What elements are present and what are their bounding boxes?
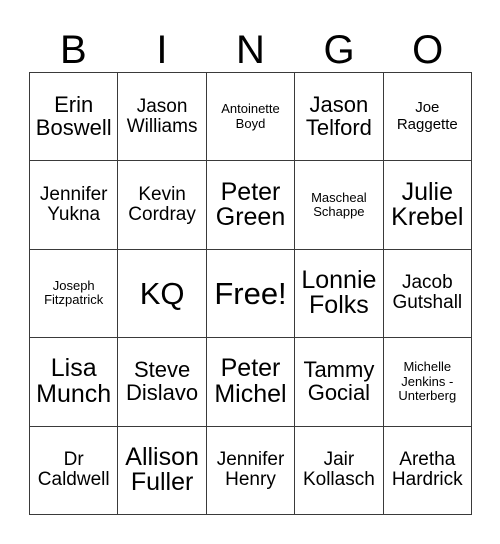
bingo-cell[interactable]: Allison Fuller xyxy=(118,426,207,515)
bingo-header-letter-b: B xyxy=(59,28,87,72)
bingo-cell[interactable]: Dr Caldwell xyxy=(30,426,119,515)
bingo-cell-label: Allison Fuller xyxy=(125,442,199,497)
bingo-cell-label: Steve Dislavo xyxy=(126,357,199,405)
bingo-cell[interactable]: Erin Boswell xyxy=(30,73,119,162)
bingo-cell[interactable]: Jair Kollasch xyxy=(295,426,384,515)
bingo-cell[interactable]: Tammy Gocial xyxy=(295,338,384,427)
bingo-cell[interactable]: Joseph Fitzpatrick xyxy=(30,249,119,339)
bingo-cell-label: Jason Williams xyxy=(126,95,198,137)
bingo-cell[interactable]: Lisa Munch xyxy=(30,338,119,427)
bingo-cell-label: Julie Krebel xyxy=(391,177,464,232)
bingo-cell-label: Michelle Jenkins - Unterberg xyxy=(398,359,457,404)
bingo-header-row: B I N G O xyxy=(29,18,472,72)
bingo-header-letter-g: G xyxy=(323,28,355,72)
bingo-cell-label: Erin Boswell xyxy=(35,91,112,140)
bingo-cell[interactable]: Jason Telford xyxy=(295,73,384,162)
bingo-cell-label: Jason Telford xyxy=(305,91,372,140)
bingo-cell-label: Joe Raggette xyxy=(396,99,458,133)
bingo-cell-label: Dr Caldwell xyxy=(37,449,110,491)
bingo-card: B I N G O Erin Boswell Jason Williams An… xyxy=(0,0,500,544)
bingo-header-letter-i: I xyxy=(156,28,168,72)
bingo-header-letter-n: N xyxy=(236,28,265,72)
bingo-cell[interactable]: Michelle Jenkins - Unterberg xyxy=(383,338,472,427)
bingo-cell[interactable]: Aretha Hardrick xyxy=(383,426,472,515)
bingo-cell[interactable]: Joe Raggette xyxy=(383,73,472,162)
bingo-cell-label: Kevin Cordray xyxy=(128,183,196,226)
bingo-cell-label: Free! xyxy=(214,275,287,311)
bingo-cell[interactable]: Steve Dislavo xyxy=(118,338,207,427)
bingo-cell-label: Lonnie Folks xyxy=(301,265,377,320)
bingo-header-letter-o: O xyxy=(412,28,444,72)
bingo-cell-label: Jennifer Yukna xyxy=(39,183,108,226)
bingo-cell[interactable]: Peter Michel xyxy=(206,338,296,427)
bingo-cell[interactable]: Mascheal Schappe xyxy=(295,161,384,250)
bingo-cell[interactable]: Jacob Gutshall xyxy=(383,249,472,339)
bingo-cell-label: Peter Green xyxy=(215,177,286,232)
bingo-cell[interactable]: Lonnie Folks xyxy=(295,249,384,339)
bingo-cell-label: Antoinette Boyd xyxy=(221,101,280,131)
bingo-cell[interactable]: Kevin Cordray xyxy=(118,161,207,250)
bingo-cell[interactable]: Jason Williams xyxy=(118,73,207,162)
bingo-cell[interactable]: Jennifer Yukna xyxy=(30,161,119,250)
bingo-cell-label: Peter Michel xyxy=(214,354,287,408)
bingo-cell-label: Jacob Gutshall xyxy=(392,272,463,314)
bingo-cell-label: KQ xyxy=(139,275,185,311)
bingo-cell[interactable]: Antoinette Boyd xyxy=(206,73,296,162)
bingo-cell-label: Jair Kollasch xyxy=(302,449,375,491)
bingo-cell-label: Mascheal Schappe xyxy=(311,189,367,220)
bingo-cell-label: Jennifer Henry xyxy=(216,449,285,491)
bingo-grid: Erin Boswell Jason Williams Antoinette B… xyxy=(29,72,472,515)
bingo-cell-label: Joseph Fitzpatrick xyxy=(44,277,104,308)
bingo-cell[interactable]: Peter Green xyxy=(206,161,296,250)
bingo-cell[interactable]: KQ xyxy=(118,249,207,339)
bingo-cell[interactable]: Jennifer Henry xyxy=(206,426,296,515)
bingo-cell-free[interactable]: Free! xyxy=(206,249,296,339)
bingo-cell-label: Lisa Munch xyxy=(36,354,112,408)
bingo-cell-label: Tammy Gocial xyxy=(303,357,375,405)
bingo-cell[interactable]: Julie Krebel xyxy=(383,161,472,250)
bingo-cell-label: Aretha Hardrick xyxy=(391,449,463,491)
